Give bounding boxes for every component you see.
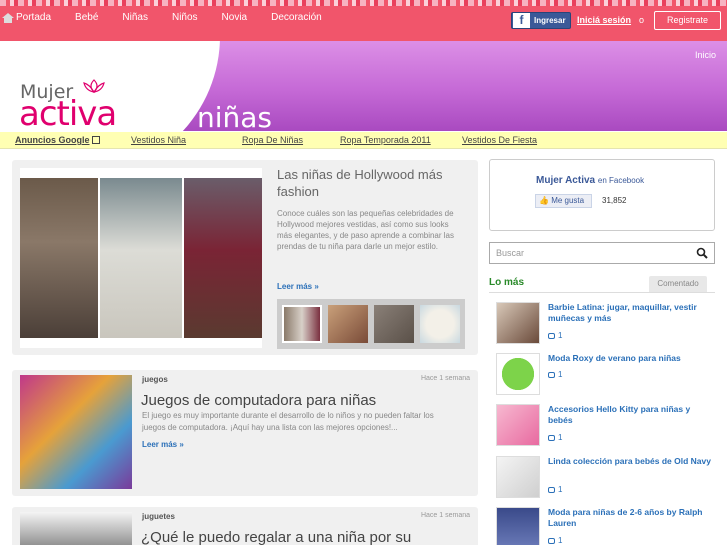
article-card: juguetes Hace 1 semana ¿Qué le puedo reg… — [12, 507, 478, 545]
nav-item-bebe[interactable]: Bebé — [75, 12, 98, 23]
featured-text: Conoce cuáles son las pequeñas celebrida… — [277, 209, 454, 251]
facebook-on-text: en Facebook — [597, 176, 645, 185]
list-item-title[interactable]: Linda colección para bebés de Old Navy — [548, 456, 714, 467]
facebook-like-button[interactable]: 👍 Me gusta — [535, 194, 592, 208]
list-item-title[interactable]: Accesorios Hello Kitty para niñas y bebé… — [548, 404, 714, 426]
list-item-thumbnail[interactable] — [496, 456, 540, 498]
thumbnail-4[interactable] — [420, 305, 460, 343]
featured-readmore-link[interactable]: Leer más » — [277, 282, 319, 291]
comment-icon — [548, 487, 555, 493]
comment-count-value: 1 — [558, 370, 563, 379]
facebook-page-name-text: Mujer Activa — [536, 175, 596, 186]
divider — [489, 292, 715, 293]
list-item[interactable]: Linda colección para bebés de Old Navy 1 — [496, 456, 716, 502]
nav-item-portada[interactable]: Portada — [2, 12, 51, 23]
article-time: Hace 1 semana — [420, 512, 470, 519]
photo-panel-2 — [100, 178, 182, 338]
list-item-thumbnail[interactable] — [496, 302, 540, 344]
logo-text-bottom[interactable]: activa — [19, 94, 117, 131]
photo-panel-1 — [20, 178, 98, 338]
comment-count[interactable]: 1 — [548, 485, 562, 494]
comment-icon — [548, 435, 555, 441]
list-item-title[interactable]: Moda para niñas de 2-6 años by Ralph Lau… — [548, 507, 714, 529]
comment-count-value: 1 — [558, 485, 563, 494]
signin-link[interactable]: Iniciá sesión — [577, 15, 631, 25]
facebook-icon: f — [513, 13, 530, 28]
article-image[interactable] — [20, 512, 132, 545]
comment-count-value: 1 — [558, 536, 563, 545]
article-excerpt: El juego es muy importante durante el de… — [142, 411, 434, 432]
list-item[interactable]: Barbie Latina: jugar, maquillar, vestir … — [496, 302, 716, 348]
list-item-thumbnail[interactable] — [496, 353, 540, 395]
article-time: Hace 1 semana — [420, 375, 470, 382]
article-category[interactable]: juguetes — [142, 512, 175, 521]
home-icon — [2, 12, 14, 23]
comment-count-value: 1 — [558, 331, 563, 340]
tab-commented[interactable]: Comentado — [649, 276, 707, 292]
facebook-page-name[interactable]: Mujer Activa en Facebook — [536, 175, 644, 186]
ad-link-ropa-ninas[interactable]: Ropa De Niñas — [242, 135, 303, 145]
featured-title[interactable]: Las niñas de Hollywood más fashion — [277, 166, 467, 200]
ad-link-vestidos-fiesta[interactable]: Vestidos De Fiesta — [462, 135, 537, 145]
facebook-like-box: Mujer Activa en Facebook 👍 Me gusta 31,8… — [489, 159, 715, 231]
decorative-stripes — [0, 0, 727, 6]
comment-count[interactable]: 1 — [548, 331, 562, 340]
featured-article: Las niñas de Hollywood más fashion Conoc… — [12, 160, 478, 355]
search-input[interactable]: Buscar — [489, 242, 715, 264]
comment-count[interactable]: 1 — [548, 370, 562, 379]
photo-panel-3 — [184, 178, 262, 338]
like-count: 31,852 — [602, 196, 627, 205]
ad-link-ropa-temporada[interactable]: Ropa Temporada 2011 — [340, 135, 431, 145]
nav-item-ninas[interactable]: Niñas — [122, 12, 148, 23]
thumbnail-3[interactable] — [374, 305, 414, 343]
or-text: o — [639, 15, 645, 25]
ad-link-vestidos-nina[interactable]: Vestidos Niña — [131, 135, 186, 145]
list-item-title[interactable]: Moda Roxy de verano para niñas — [548, 353, 714, 364]
ad-bar: Anuncios Google Vestidos Niña Ropa De Ni… — [0, 132, 727, 149]
article-category[interactable]: juegos — [142, 375, 168, 384]
comment-count[interactable]: 1 — [548, 536, 562, 545]
thumbnail-1[interactable] — [282, 305, 322, 343]
list-item-title[interactable]: Barbie Latina: jugar, maquillar, vestir … — [548, 302, 714, 324]
article-readmore-link[interactable]: Leer más » — [142, 440, 184, 449]
external-link-icon — [91, 136, 100, 144]
lotus-logo-icon — [83, 79, 105, 93]
comment-count[interactable]: 1 — [548, 433, 562, 442]
list-item[interactable]: Moda Roxy de verano para niñas 1 — [496, 353, 716, 399]
nav-item-decoracion[interactable]: Decoración — [271, 12, 322, 23]
search-placeholder: Buscar — [496, 248, 525, 258]
google-ads-label[interactable]: Anuncios Google — [15, 135, 100, 145]
featured-image[interactable] — [20, 168, 262, 348]
section-title: niñas — [197, 101, 273, 131]
comment-icon — [548, 538, 555, 544]
article-title[interactable]: Juegos de computadora para niñas — [141, 392, 376, 409]
article-title[interactable]: ¿Qué le puedo regalar a una niña por su — [141, 529, 411, 545]
register-button[interactable]: Registrate — [654, 11, 721, 30]
facebook-login-label: Ingresar — [534, 16, 566, 25]
comment-icon — [548, 333, 555, 339]
featured-thumbnails — [277, 299, 465, 349]
nav-label: Portada — [16, 12, 52, 23]
article-card: juegos Hace 1 semana Juegos de computado… — [12, 370, 478, 496]
home-link[interactable]: Inicio — [695, 50, 716, 60]
comment-count-value: 1 — [558, 433, 563, 442]
facebook-login-button[interactable]: f Ingresar — [511, 12, 571, 29]
list-item[interactable]: Accesorios Hello Kitty para niñas y bebé… — [496, 404, 716, 450]
comment-icon — [548, 372, 555, 378]
main-menu: Portada Bebé Niñas Niños Novia Decoració… — [2, 12, 346, 23]
header-banner: Mujer activa niñas Inicio — [0, 41, 727, 131]
thumbnail-2[interactable] — [328, 305, 368, 343]
nav-item-novia[interactable]: Novia — [222, 12, 248, 23]
list-item-thumbnail[interactable] — [496, 507, 540, 545]
most-label: Lo más — [489, 277, 525, 288]
like-label: Me gusta — [551, 196, 585, 205]
list-item-thumbnail[interactable] — [496, 404, 540, 446]
article-image[interactable] — [20, 375, 132, 489]
top-nav: Portada Bebé Niñas Niños Novia Decoració… — [0, 0, 727, 41]
list-item[interactable]: Moda para niñas de 2-6 años by Ralph Lau… — [496, 507, 716, 545]
google-ads-text: Anuncios Google — [15, 135, 90, 145]
nav-item-ninos[interactable]: Niños — [172, 12, 198, 23]
search-icon[interactable] — [696, 247, 708, 259]
